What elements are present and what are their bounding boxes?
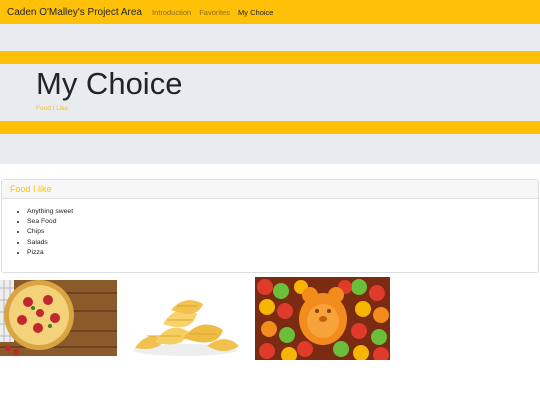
gummy-bears-image <box>255 277 390 360</box>
jumbotron-band-top <box>0 24 540 51</box>
jumbotron-stripe-top <box>0 51 540 64</box>
food-list: Anything sweet Sea Food Chips Salads Piz… <box>2 207 538 258</box>
card-header: Food I like <box>2 180 538 199</box>
gummy-bears-illustration <box>255 277 390 360</box>
jumbotron-band-bottom <box>0 134 540 164</box>
list-item: Sea Food <box>27 217 538 227</box>
page-subtitle: Food I Like <box>36 105 69 112</box>
list-item: Anything sweet <box>27 207 538 217</box>
card-title: Food I like <box>10 184 52 194</box>
nav-link-introduction[interactable]: Introduction <box>152 8 191 17</box>
chips-illustration <box>127 290 243 358</box>
pizza-image <box>0 280 117 356</box>
nav-link-my-choice[interactable]: My Choice <box>238 8 273 17</box>
jumbotron-stripe-bottom <box>0 121 540 134</box>
chips-image <box>127 290 243 358</box>
list-item: Salads <box>27 238 538 248</box>
list-item: Chips <box>27 227 538 237</box>
list-item: Pizza <box>27 248 538 258</box>
top-navbar: Caden O'Malley's Project Area Introducti… <box>0 0 540 24</box>
navbar-brand[interactable]: Caden O'Malley's Project Area <box>7 7 142 18</box>
page-title: My Choice <box>36 66 183 101</box>
nav-link-favorites[interactable]: Favorites <box>199 8 230 17</box>
food-card: Food I like Anything sweet Sea Food Chip… <box>1 179 539 273</box>
pizza-illustration <box>0 280 117 356</box>
